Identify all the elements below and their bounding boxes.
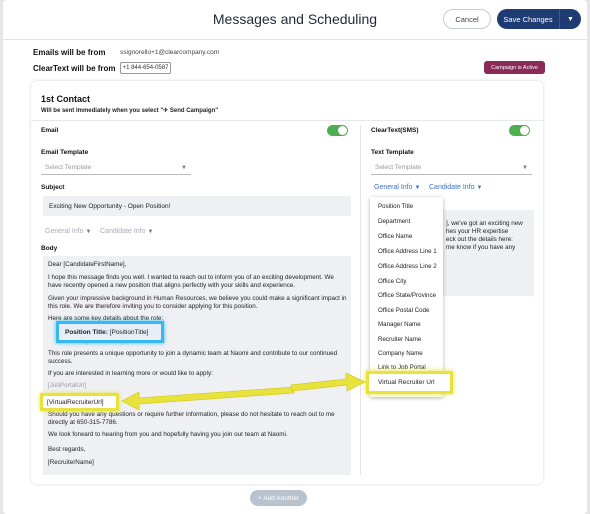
email-label: Email	[41, 127, 59, 134]
text-template-placeholder: Select Template	[375, 164, 422, 171]
menu-item-office-state[interactable]: Office State/Province	[378, 292, 436, 299]
body-signature: [RecruiterName]	[48, 459, 94, 466]
menu-item-job-portal[interactable]: Link to Job Portal	[378, 364, 426, 371]
body-paragraph-6: Should you have any questions or require…	[48, 411, 335, 426]
body-paragraph-2: Given your impressive background in Huma…	[48, 295, 347, 310]
sms-body-line-2: hes your HR expertise	[446, 228, 509, 235]
add-another-button[interactable]: + Add Another	[250, 490, 307, 506]
general-info-dropdown-menu: Position Title Department Office Name Of…	[370, 197, 443, 397]
email-template-select[interactable]: Select Template ▼	[41, 161, 191, 175]
cancel-button[interactable]: Cancel	[443, 9, 491, 29]
email-candidate-info-link[interactable]: Candidate Info ▼	[100, 228, 153, 235]
position-title-highlight: Position Title: [PositionTitle]	[56, 321, 164, 343]
chevron-down-icon: ▼	[476, 185, 483, 191]
email-template-label: Email Template	[41, 149, 89, 156]
menu-item-virtual-recruiter-url[interactable]: Virtual Recruiter Url	[366, 371, 453, 394]
chevron-down-icon: ▼	[181, 164, 187, 171]
column-divider	[360, 125, 361, 475]
menu-item-position-title[interactable]: Position Title	[378, 203, 413, 210]
chevron-down-icon: ▼	[414, 185, 421, 191]
menu-item-office-address-2[interactable]: Office Address Line 2	[378, 263, 437, 270]
subtitle-action: Send Campaign	[169, 108, 216, 114]
sms-candidate-info-label: Candidate Info	[429, 184, 475, 191]
email-toggle[interactable]	[327, 125, 348, 136]
menu-item-office-name[interactable]: Office Name	[378, 233, 412, 240]
cleartext-from-value: +1 844-654-0587	[120, 62, 171, 74]
cleartext-from-label: ClearText will be from	[33, 64, 116, 73]
subtitle-post: "	[215, 108, 219, 114]
email-body-editor[interactable]: Dear [CandidateFirstName], I hope this m…	[43, 256, 351, 475]
sms-body-line-4: me know if you have any	[446, 244, 516, 251]
subject-label: Subject	[41, 184, 65, 191]
sms-general-info-label: General Info	[374, 184, 413, 191]
body-paragraph-1: I hope this message finds you well. I wa…	[48, 274, 334, 289]
subject-input[interactable]: Exciting New Opportunity - Open Position…	[43, 196, 351, 216]
campaign-status-badge: Campaign is Active	[484, 61, 545, 74]
emails-from-label: Emails will be from	[33, 48, 106, 57]
sms-label: ClearText(SMS)	[371, 127, 419, 134]
text-template-select[interactable]: Select Template ▼	[371, 161, 532, 175]
body-paragraph-7: We look forward to hearing from you and …	[48, 431, 288, 438]
modal-header: Messages and Scheduling Cancel Save Chan…	[3, 0, 587, 40]
menu-item-company-name[interactable]: Company Name	[378, 350, 423, 357]
body-label: Body	[41, 245, 58, 252]
body-paragraph-4: This role presents a unique opportunity …	[48, 350, 338, 365]
menu-item-office-address-1[interactable]: Office Address Line 1	[378, 248, 437, 255]
save-changes-label[interactable]: Save Changes	[497, 15, 559, 24]
email-candidate-info-label: Candidate Info	[100, 228, 146, 235]
body-regards: Best regards,	[48, 446, 86, 453]
virtual-recruiter-url-token: [VirtualRecruiterUrl]	[40, 393, 119, 411]
sms-general-info-link[interactable]: General Info ▼	[374, 184, 420, 191]
sms-candidate-info-link[interactable]: Candidate Info ▼	[429, 184, 482, 191]
chevron-down-icon: ▼	[522, 164, 528, 171]
position-title-label: Position Title:	[65, 328, 108, 336]
menu-item-office-postal-code[interactable]: Office Postal Code	[378, 307, 429, 314]
sms-toggle[interactable]	[509, 125, 530, 136]
save-changes-button[interactable]: Save Changes ▼	[497, 9, 581, 29]
text-template-label: Text Template	[371, 149, 414, 156]
email-template-placeholder: Select Template	[45, 164, 92, 171]
chevron-down-icon: ▼	[147, 229, 154, 235]
sms-body-line-1: ], we've got an exciting new	[446, 220, 523, 227]
contact-subtitle: Will be sent Immediately when you select…	[41, 107, 218, 114]
send-icon: ✈	[163, 108, 170, 114]
chevron-down-icon[interactable]: ▼	[559, 9, 581, 29]
subtitle-pre: Will be sent Immediately when you select…	[41, 108, 164, 114]
email-general-info-link[interactable]: General Info ▼	[45, 228, 91, 235]
body-greeting: Dear [CandidateFirstName],	[48, 261, 127, 268]
body-paragraph-5: If you are interested in learning more o…	[48, 370, 213, 377]
chevron-down-icon: ▼	[85, 229, 92, 235]
emails-from-value: ssignorello+1@clearcompany.com	[120, 49, 220, 56]
sms-body-line-3: eck out the details here:	[446, 236, 513, 243]
body-job-portal: [JobPortalUrl]	[48, 382, 87, 389]
menu-item-manager-name[interactable]: Manager Name	[378, 321, 421, 328]
position-title-value: [PositionTitle]	[109, 328, 149, 336]
menu-item-department[interactable]: Department	[378, 218, 410, 225]
menu-item-office-city[interactable]: Office City	[378, 278, 406, 285]
contact-title: 1st Contact	[41, 94, 91, 104]
menu-item-recruiter-name[interactable]: Recruiter Name	[378, 336, 421, 343]
card-divider	[31, 120, 543, 121]
email-general-info-label: General Info	[45, 228, 84, 235]
